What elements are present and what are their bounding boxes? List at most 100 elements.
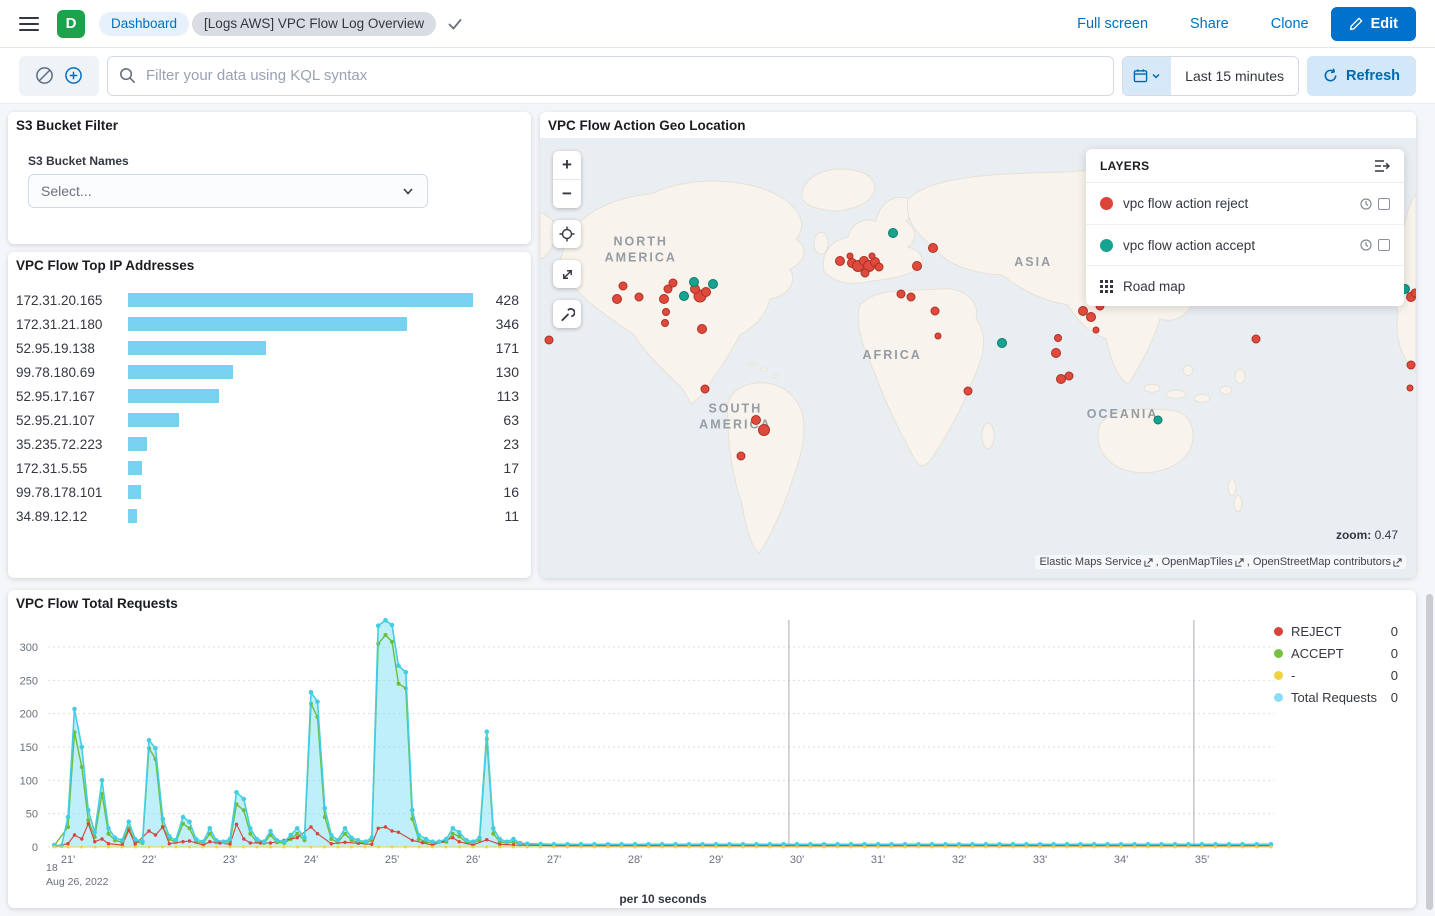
map-point-reject[interactable]	[1251, 335, 1260, 344]
world-map[interactable]: NORTH AMERICASOUTH AMERICAAFRICAASIAOCEA…	[540, 138, 1416, 578]
map-point-accept[interactable]	[888, 228, 898, 238]
attribution-link[interactable]: Elastic Maps Service	[1039, 556, 1152, 568]
panel-geo-location: VPC Flow Action Geo Location	[540, 112, 1416, 578]
map-point-reject[interactable]	[634, 292, 643, 301]
legend-item[interactable]: -0	[1274, 668, 1398, 683]
ip-bar[interactable]	[128, 413, 179, 427]
fit-to-data-button[interactable]	[553, 220, 581, 248]
map-point-reject[interactable]	[931, 307, 940, 316]
map-point-reject[interactable]	[758, 424, 770, 436]
s3-bucket-select[interactable]: Select...	[28, 174, 428, 208]
time-series-chart[interactable]: 05010015020025030021'22'23'24'25'26'27'2…	[8, 614, 1416, 880]
edit-button[interactable]: Edit	[1331, 7, 1416, 41]
legend-item[interactable]: REJECT0	[1274, 624, 1398, 639]
map-point-accept[interactable]	[679, 291, 689, 301]
layer-visibility-checkbox[interactable]	[1378, 198, 1390, 210]
layer-item-reject[interactable]: vpc flow action reject	[1086, 183, 1404, 224]
time-range-value[interactable]: Last 15 minutes	[1171, 57, 1298, 95]
map-point-reject[interactable]	[928, 243, 938, 253]
map-point-reject[interactable]	[835, 256, 845, 266]
kql-search-input[interactable]	[107, 56, 1114, 96]
map-point-reject[interactable]	[907, 293, 916, 302]
ip-row[interactable]: 172.31.21.180346	[16, 312, 519, 336]
scrollbar[interactable]	[1426, 594, 1433, 910]
ip-row[interactable]: 172.31.5.5517	[16, 456, 519, 480]
map-point-reject[interactable]	[612, 294, 622, 304]
expand-map-button[interactable]	[553, 260, 581, 288]
ip-bar[interactable]	[128, 461, 142, 475]
refresh-button[interactable]: Refresh	[1307, 56, 1416, 96]
ip-row[interactable]: 99.78.180.69130	[16, 360, 519, 384]
breadcrumb-dashboard[interactable]: Dashboard	[99, 12, 189, 36]
map-point-reject[interactable]	[869, 252, 876, 259]
map-point-reject[interactable]	[619, 281, 628, 290]
zoom-in-button[interactable]: +	[553, 151, 581, 179]
ip-bar[interactable]	[128, 317, 407, 331]
map-tools-button[interactable]	[553, 300, 581, 328]
calendar-menu-button[interactable]	[1123, 57, 1171, 95]
map-point-reject[interactable]	[1065, 372, 1074, 381]
map-point-reject[interactable]	[662, 308, 670, 316]
add-control-icon[interactable]	[64, 66, 83, 85]
ip-row[interactable]: 35.235.72.22323	[16, 432, 519, 456]
legend-item[interactable]: ACCEPT0	[1274, 646, 1398, 661]
ip-bar[interactable]	[128, 341, 266, 355]
map-point-reject[interactable]	[700, 384, 709, 393]
map-point-reject[interactable]	[847, 253, 854, 260]
ip-bar[interactable]	[128, 437, 147, 451]
ip-bar[interactable]	[128, 389, 219, 403]
map-point-reject[interactable]	[697, 324, 707, 334]
map-point-reject[interactable]	[1093, 327, 1100, 334]
map-point-reject[interactable]	[912, 261, 922, 271]
map-point-reject[interactable]	[1406, 385, 1413, 392]
map-point-accept[interactable]	[708, 279, 718, 289]
legend-color-dot	[1274, 649, 1283, 658]
menu-icon[interactable]	[19, 17, 39, 31]
map-point-reject[interactable]	[659, 294, 669, 304]
space-avatar[interactable]: D	[57, 10, 85, 38]
full-screen-button[interactable]: Full screen	[1077, 16, 1148, 32]
ip-row[interactable]: 34.89.12.1211	[16, 504, 519, 528]
attribution-link[interactable]: OpenStreetMap contributors	[1253, 556, 1402, 568]
search-icon	[118, 66, 137, 90]
map-point-accept[interactable]	[689, 277, 699, 287]
map-point-reject[interactable]	[1411, 289, 1416, 298]
map-point-reject[interactable]	[875, 263, 884, 272]
ip-bar[interactable]	[128, 365, 233, 379]
svg-text:33': 33'	[1033, 854, 1047, 866]
map-point-reject[interactable]	[701, 287, 711, 297]
ip-row[interactable]: 52.95.17.167113	[16, 384, 519, 408]
map-point-accept[interactable]	[997, 338, 1007, 348]
map-point-reject[interactable]	[669, 279, 678, 288]
legend-item[interactable]: Total Requests0	[1274, 690, 1398, 705]
clone-button[interactable]: Clone	[1271, 16, 1309, 32]
map-point-reject[interactable]	[661, 319, 669, 327]
ip-row[interactable]: 52.95.19.138171	[16, 336, 519, 360]
map-point-reject[interactable]	[1086, 312, 1096, 322]
map-point-reject[interactable]	[934, 333, 941, 340]
layer-item-accept[interactable]: vpc flow action accept	[1086, 224, 1404, 265]
map-point-reject[interactable]	[1054, 334, 1062, 342]
share-button[interactable]: Share	[1190, 16, 1229, 32]
map-point-reject[interactable]	[544, 335, 553, 344]
map-point-reject[interactable]	[1406, 361, 1415, 370]
map-point-reject[interactable]	[896, 290, 905, 299]
ip-row[interactable]: 99.78.178.10116	[16, 480, 519, 504]
ip-bar[interactable]	[128, 293, 473, 307]
map-point-accept[interactable]	[1154, 416, 1163, 425]
map-controls: + −	[553, 151, 581, 328]
attribution-link[interactable]: OpenMapTiles	[1162, 556, 1244, 568]
map-point-reject[interactable]	[964, 386, 973, 395]
filter-disabled-icon[interactable]	[35, 66, 54, 85]
zoom-out-button[interactable]: −	[553, 180, 581, 208]
ip-row[interactable]: 172.31.20.165428	[16, 288, 519, 312]
layer-visibility-checkbox[interactable]	[1378, 239, 1390, 251]
ip-row[interactable]: 52.95.21.10763	[16, 408, 519, 432]
ip-bar[interactable]	[128, 485, 141, 499]
map-point-reject[interactable]	[1051, 348, 1061, 358]
map-point-reject[interactable]	[736, 452, 745, 461]
collapse-layers-icon[interactable]	[1374, 159, 1390, 173]
ip-bar[interactable]	[128, 509, 137, 523]
layer-item-road-map[interactable]: Road map	[1086, 265, 1404, 306]
map-point-reject[interactable]	[860, 268, 869, 277]
